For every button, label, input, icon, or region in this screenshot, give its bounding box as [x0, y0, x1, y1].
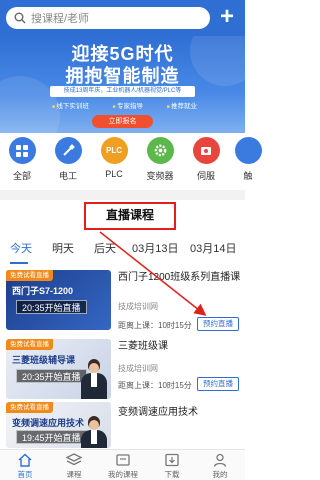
countdown-text: 距离上课：10时15分 [118, 321, 192, 330]
course-item[interactable]: 免费试看直播 三菱班级辅导课 20:35开始直播 三菱班级课 技成培训网 距离上… [0, 339, 245, 403]
nav-label: 课程 [66, 470, 82, 479]
category-label: 全部 [12, 171, 31, 181]
reserve-live-button[interactable]: 预约直播 [197, 377, 239, 391]
nav-my-courses[interactable]: 我的课程 [103, 453, 143, 480]
nav-label: 下载 [164, 470, 180, 479]
my-course-icon [116, 454, 130, 466]
grid-icon [8, 137, 36, 164]
gear-icon [146, 137, 174, 164]
banner-headline-2: 拥抱智能制造 [65, 66, 180, 86]
course-title: 三菱班级课 [118, 341, 168, 352]
tab-today[interactable]: 今天 [10, 240, 32, 256]
tab-date[interactable]: 03月14日 [190, 240, 236, 256]
category-label: 触 [243, 171, 253, 181]
category-label: PLC [105, 169, 123, 179]
plus-icon[interactable]: + [215, 5, 239, 30]
banner-tags: 线下实训班 专家指导 推荐就业 [52, 100, 197, 110]
category-plc[interactable]: PLC PLC [94, 137, 134, 179]
teacher-photo [81, 359, 107, 399]
user-icon [213, 453, 227, 467]
signup-button[interactable]: 立即报名 [92, 115, 153, 128]
banner-tag: 线下实训班 [52, 100, 89, 110]
course-thumbnail: 免费试看直播 西门子S7-1200 20:35开始直播 [6, 270, 111, 330]
screwdriver-icon [54, 137, 82, 164]
nav-download[interactable]: 下载 [152, 453, 192, 480]
course-title: 变频调速应用技术 [118, 407, 198, 418]
category-inverter[interactable]: 变频器 [140, 137, 180, 182]
banner-subtitle: 技成13周年庆，工业机器人/机器视觉/PLC等 [50, 86, 195, 97]
nav-label: 我的 [212, 470, 228, 479]
course-org: 技成培训网 [118, 302, 158, 311]
nav-profile[interactable]: 我的 [200, 453, 240, 480]
search-icon [14, 12, 26, 24]
banner-tag: 专家指导 [113, 100, 143, 110]
countdown-text: 距离上课：10时15分 [118, 381, 192, 390]
tab-date[interactable]: 03月13日 [132, 240, 178, 256]
thumbnail-title: 三菱班级辅导课 [12, 355, 76, 365]
course-thumbnail: 免费试看直播 变频调速应用技术 19:45开始直播 [6, 402, 111, 448]
tab-tomorrow[interactable]: 明天 [52, 240, 74, 256]
search-input[interactable]: 搜课程/老师 [6, 7, 210, 29]
download-icon [165, 453, 179, 467]
tab-day-after[interactable]: 后天 [94, 240, 116, 256]
course-item[interactable]: 免费试看直播 西门子S7-1200 20:35开始直播 西门子1200班级系列直… [0, 270, 245, 334]
category-label: 变频器 [146, 171, 174, 181]
thumbnail-title: 西门子S7-1200 [12, 286, 74, 296]
top-bar: 搜课程/老师 + [0, 0, 245, 36]
category-electrician[interactable]: 电工 [48, 137, 88, 182]
course-title: 西门子1200班级系列直播课 [118, 272, 241, 283]
live-time-label: 20:35开始直播 [16, 369, 87, 383]
nav-home[interactable]: 首页 [5, 453, 45, 480]
promo-banner[interactable]: 迎接5G时代 拥抱智能制造 技成13周年庆，工业机器人/机器视觉/PLC等 线下… [0, 36, 245, 133]
servo-icon [192, 137, 220, 164]
live-time-label: 20:35开始直播 [16, 300, 87, 314]
active-tab-indicator [10, 262, 28, 264]
category-touchscreen[interactable]: 触 [228, 137, 268, 182]
section-title-live: 直播课程 [105, 208, 154, 222]
section-divider [0, 190, 245, 200]
plc-icon: PLC [100, 137, 128, 164]
live-time-label: 19:45开始直播 [16, 430, 87, 444]
bottom-nav: 首页 课程 我的课程 下载 我的 [0, 449, 245, 480]
free-trial-badge: 免费试看直播 [6, 270, 53, 281]
category-servo[interactable]: 伺服 [186, 137, 226, 182]
category-label: 伺服 [196, 171, 215, 181]
layers-icon [66, 453, 82, 466]
course-thumbnail: 免费试看直播 三菱班级辅导课 20:35开始直播 [6, 339, 111, 399]
home-icon [18, 453, 32, 467]
category-label: 电工 [58, 171, 77, 181]
nav-courses[interactable]: 课程 [54, 453, 94, 480]
search-placeholder: 搜课程/老师 [31, 13, 90, 25]
course-org: 技成培训网 [118, 364, 158, 373]
nav-label: 我的课程 [108, 470, 138, 479]
category-all[interactable]: 全部 [2, 137, 42, 182]
free-trial-badge: 免费试看直播 [6, 402, 53, 413]
thumbnail-title: 变频调速应用技术 [12, 418, 85, 428]
touchscreen-icon [234, 137, 262, 164]
date-tabs: 今天 明天 后天 03月13日 03月14日 [0, 240, 245, 262]
free-trial-badge: 免费试看直播 [6, 339, 53, 350]
category-bar: 全部 电工 PLC PLC 变频器 伺服 触 [0, 137, 262, 187]
nav-label: 首页 [17, 470, 33, 479]
banner-tag: 推荐就业 [167, 100, 197, 110]
reserve-live-button[interactable]: 预约直播 [197, 317, 239, 331]
teacher-photo [81, 416, 107, 448]
